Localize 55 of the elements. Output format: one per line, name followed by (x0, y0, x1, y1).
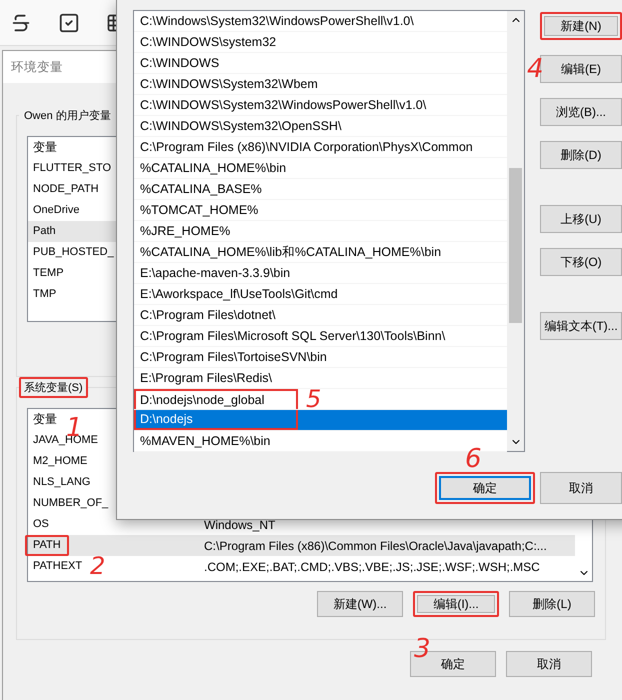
scrollbar[interactable] (507, 11, 524, 451)
dialog-button[interactable]: 编辑(E) (540, 55, 622, 83)
variable-name: OS (32, 517, 50, 532)
dialog-button[interactable]: 上移(U) (540, 205, 622, 233)
window-title: 环境变量 (11, 58, 63, 76)
path-text: C:\WINDOWS\System32\OpenSSH\ (139, 118, 342, 135)
path-text: C:\WINDOWS (139, 55, 220, 72)
path-text: E:\apache-maven-3.3.9\bin (139, 265, 290, 282)
dialog-button[interactable]: 取消 (540, 472, 622, 504)
dialog-button[interactable]: 编辑(I)... (413, 591, 499, 617)
group-label: Owen 的用户变量 (23, 108, 112, 124)
path-text: C:\Program Files\dotnet\ (139, 307, 276, 324)
path-text: %CATALINA_HOME%\lib和%CATALINA_HOME%\bin (139, 244, 442, 260)
group-label: 系统变量(S) (19, 377, 88, 398)
path-text: %CATALINA_BASE% (139, 181, 262, 198)
dialog-button[interactable]: 取消 (506, 651, 592, 677)
strikethrough-icon[interactable] (10, 12, 32, 34)
path-text: C:\Program Files\Microsoft SQL Server\130\Tools\Binn\ (139, 328, 446, 345)
annotation-number: 5 (306, 387, 322, 411)
path-text: %CATALINA_HOME%\bin (139, 160, 286, 177)
path-entry[interactable]: D:\nodejs\node_global 5 (134, 389, 507, 410)
dialog-button[interactable]: 删除(L) (509, 591, 595, 617)
path-text: %TOMCAT_HOME% (139, 202, 258, 219)
checkbox-icon[interactable] (58, 12, 80, 34)
path-text: %MAVEN_HOME%\bin (139, 433, 270, 450)
variable-value: Windows_NT (204, 518, 276, 532)
variable-name: NUMBER_OF_ (32, 496, 110, 511)
variable-name: Path (32, 224, 57, 239)
path-text: C:\Program Files\TortoiseSVN\bin (139, 349, 327, 366)
dialog-button[interactable]: 删除(D) (540, 141, 622, 169)
dialog-button[interactable]: 编辑文本(T)... (540, 312, 622, 340)
variable-row[interactable]: PATH C:\Program Files (x86)\Common Files\Oracle\Java\javapath;C:... (28, 535, 575, 556)
scrollbar-thumb[interactable] (509, 168, 522, 323)
path-text: C:\WINDOWS\System32\Wbem (139, 76, 318, 93)
path-text: E:\Aworkspace_lf\UseTools\Git\cmd (139, 286, 338, 303)
variable-value: C:\Program Files (x86)\Common Files\Oracle\Java\javapath;C:... (204, 538, 547, 552)
variable-row[interactable]: PATHEXT 2 .COM;.EXE;.BAT;.CMD;.VBS;.VBE;.JS;.JSE;.WSF;.WSH;.MSC (28, 556, 575, 577)
path-text: E:\Program Files\Redis\ (139, 370, 272, 387)
path-text: C:\WINDOWS\System32\WindowsPowerShell\v1.0\ (139, 97, 426, 114)
variable-name: PATHEXT (32, 559, 84, 574)
path-text: C:\Windows\System32\WindowsPowerShell\v1.0\ (139, 13, 414, 30)
path-entry[interactable]: D:\nodejs (134, 410, 507, 431)
dialog-button[interactable]: 新建(N) (540, 12, 622, 40)
column-header[interactable]: 变量 (28, 411, 57, 428)
annotation-number: 2 (90, 554, 106, 578)
column-header[interactable]: 变量 (28, 139, 57, 156)
path-text: C:\Program Files (x86)\NVIDIA Corporation\PhysX\Common (139, 139, 473, 156)
dialog-button[interactable]: 下移(O) (540, 248, 622, 276)
path-text: C:\WINDOWS\system32 (139, 34, 276, 51)
path-text: %JRE_HOME% (139, 223, 230, 240)
dialog-button[interactable]: 浏览(B)... (540, 98, 622, 126)
variable-value: .COM;.EXE;.BAT;.CMD;.VBS;.VBE;.JS;.JSE;.WSF;.WSH;.MSC (204, 560, 540, 574)
variable-name: PATH (25, 535, 69, 556)
dialog-button[interactable]: 新建(W)... (317, 591, 403, 617)
dialog-button[interactable]: 确定 (435, 472, 535, 504)
